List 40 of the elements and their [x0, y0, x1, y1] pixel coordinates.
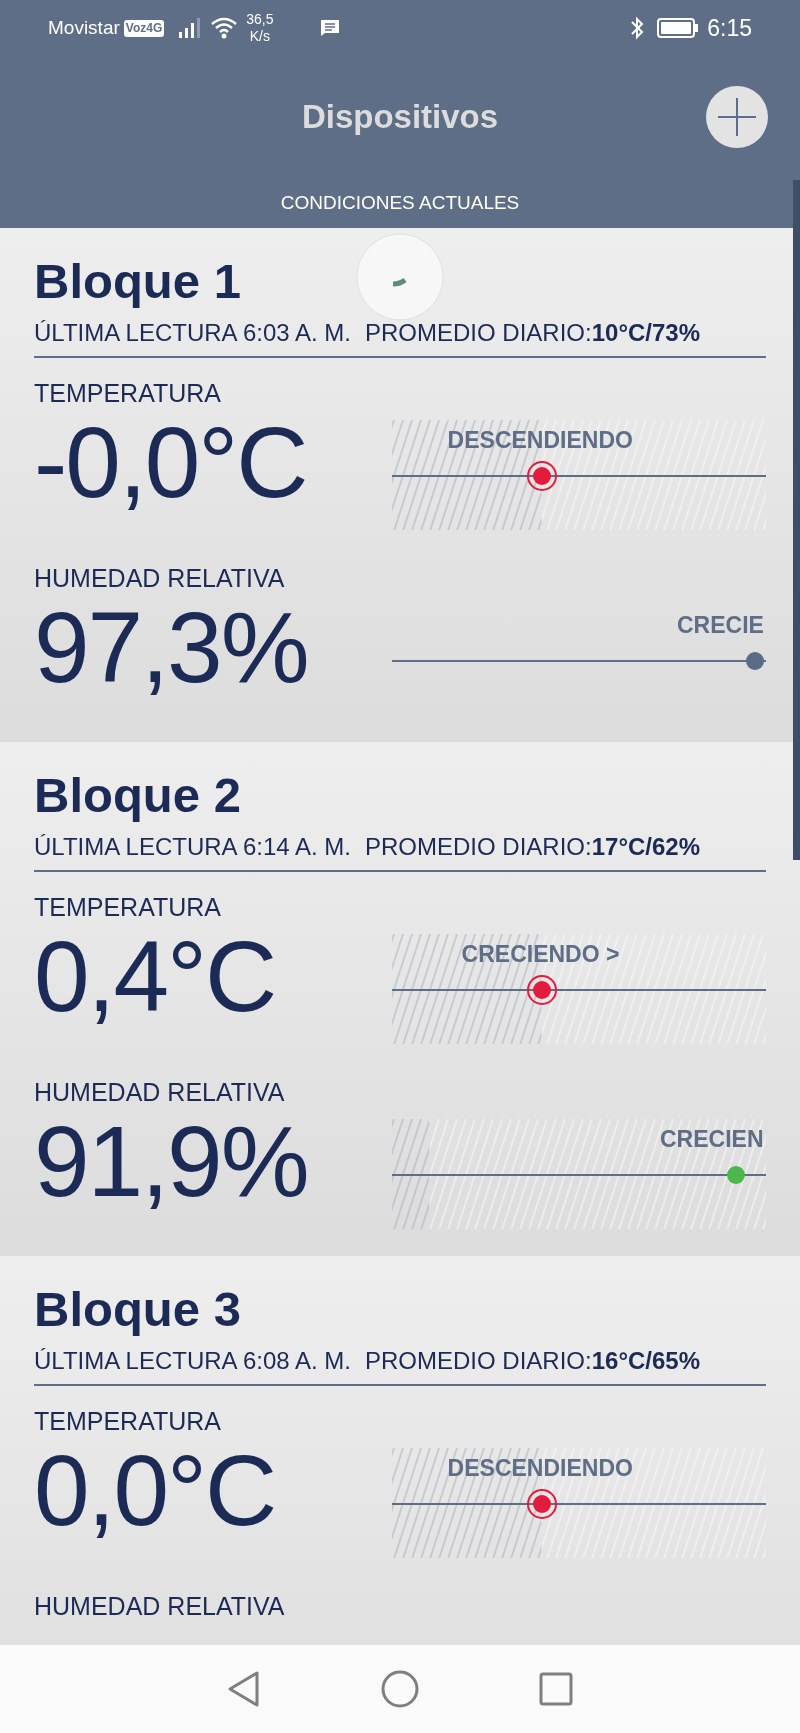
- block-title: Bloque 1: [34, 253, 241, 310]
- bluetooth-icon: [629, 16, 646, 40]
- speed-text: 36,5: [246, 11, 274, 28]
- daily-average-text: PROMEDIO DIARIO:10°C/73%: [365, 318, 700, 348]
- block-title: Bloque 2: [34, 767, 241, 824]
- metric-value: 0,0°C: [34, 1434, 276, 1546]
- last-reading-text: ÚLTIMA LECTURA 6:03 A. M.: [34, 318, 351, 348]
- metric-value: -0,0°C: [34, 406, 307, 518]
- wifi-icon: [210, 17, 239, 39]
- block-title: Bloque 3: [34, 1281, 241, 1338]
- daily-average-text: PROMEDIO DIARIO:16°C/65%: [365, 1346, 700, 1376]
- battery-icon: [657, 17, 700, 39]
- trend-label: CRECIE: [677, 611, 764, 639]
- clock-text: 6:15: [707, 13, 752, 43]
- home-icon[interactable]: [381, 1670, 419, 1708]
- last-reading-text: ÚLTIMA LECTURA 6:08 A. M.: [34, 1346, 351, 1376]
- trend-label: CRECIEN: [660, 1125, 764, 1153]
- metric-label: TEMPERATURA: [34, 1408, 222, 1434]
- recents-icon[interactable]: [539, 1672, 573, 1706]
- metric-label: TEMPERATURA: [34, 380, 222, 406]
- metric-label: HUMEDAD RELATIVA: [34, 1593, 285, 1619]
- trend-label: CRECIENDO >: [461, 940, 620, 968]
- metric-label: HUMEDAD RELATIVA: [34, 565, 285, 591]
- metric-value: 97,3%: [34, 591, 308, 703]
- plus-icon: [717, 97, 757, 137]
- last-reading-text: ÚLTIMA LECTURA 6:14 A. M.: [34, 832, 351, 862]
- daily-average-text: PROMEDIO DIARIO:17°C/62%: [365, 832, 700, 862]
- back-icon[interactable]: [227, 1670, 261, 1708]
- metric-label: HUMEDAD RELATIVA: [34, 1079, 285, 1105]
- metric-value: 91,9%: [34, 1105, 308, 1217]
- carrier-text: Movistar: [48, 15, 120, 40]
- trend-label: DESCENDIENDO: [447, 1454, 633, 1482]
- metric-value: 0,4°C: [34, 920, 276, 1032]
- speed-unit-text: K/s: [249, 28, 270, 45]
- message-icon: [319, 19, 340, 37]
- screen-title: Dispositivos: [301, 97, 499, 138]
- network-badge: Voz4G: [123, 19, 165, 37]
- metric-label: TEMPERATURA: [34, 894, 222, 920]
- trend-label: DESCENDIENDO: [447, 426, 633, 454]
- section-subtitle: CONDICIONES ACTUALES: [280, 190, 520, 215]
